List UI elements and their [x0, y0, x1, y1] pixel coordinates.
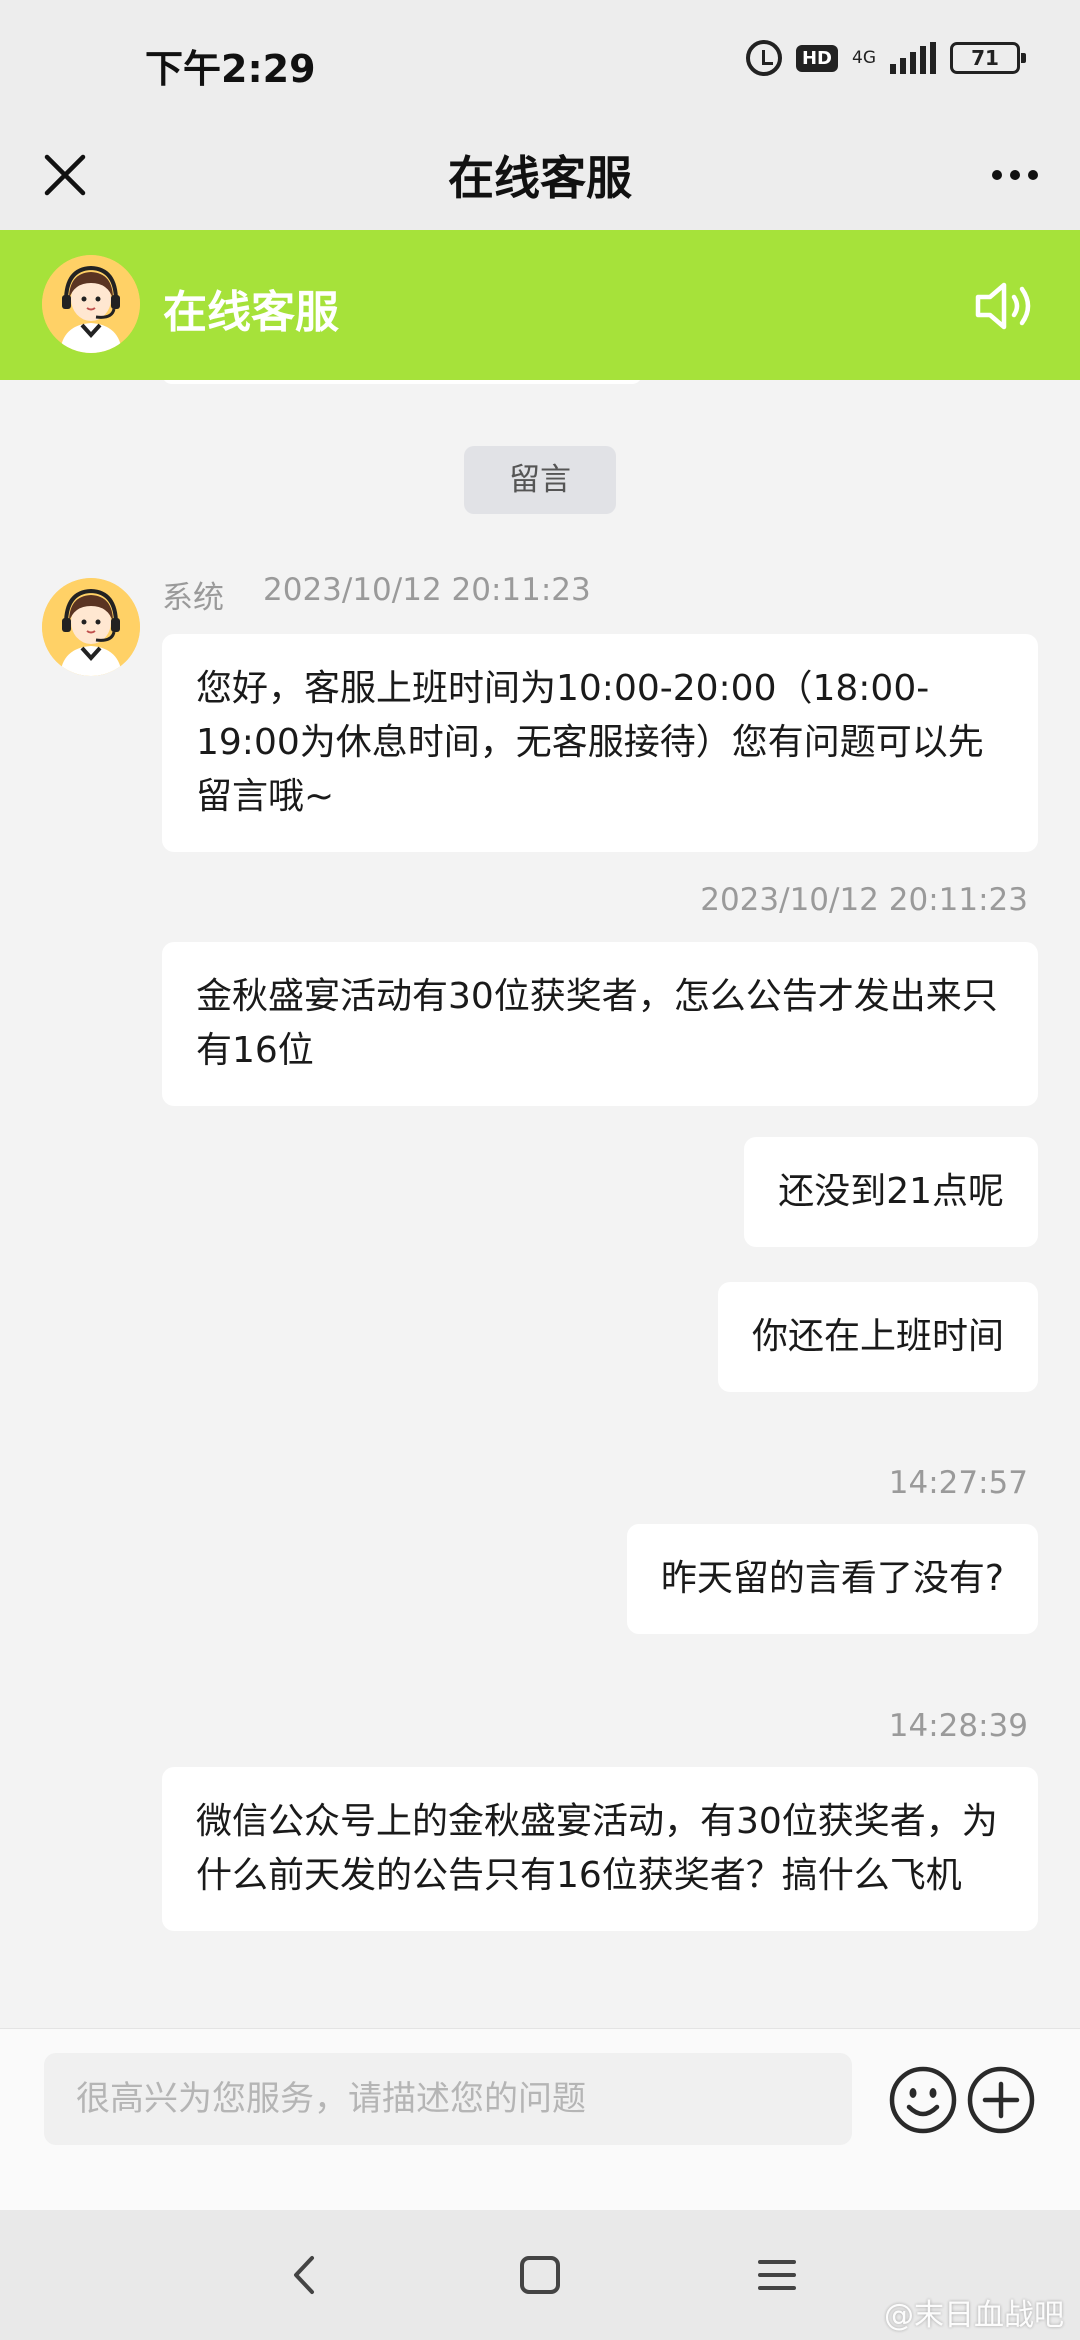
- nav-menu-button[interactable]: [752, 2250, 802, 2300]
- back-icon: [294, 2256, 314, 2294]
- leave-message-button[interactable]: 留言: [464, 446, 616, 514]
- speaker-icon: [975, 282, 1031, 330]
- plus-icon: [967, 2066, 1035, 2134]
- message-input[interactable]: 很高兴为您服务，请描述您的问题: [44, 2053, 852, 2145]
- alarm-icon: [745, 40, 782, 76]
- emoji-button[interactable]: [888, 2065, 958, 2135]
- emoji-icon: [889, 2066, 957, 2134]
- system-avatar-icon: [42, 578, 140, 676]
- more-actions-button[interactable]: [966, 2065, 1036, 2135]
- message-timestamp: 14:27:57: [888, 1465, 1028, 1501]
- message-bubble: 金秋盛宴活动有30位获奖者，怎么公告才发出来只有16位: [162, 942, 1038, 1106]
- input-bar: 很高兴为您服务，请描述您的问题: [0, 2028, 1080, 2210]
- speaker-button[interactable]: [968, 270, 1040, 342]
- system-nav-bar: @末日血战吧: [0, 2210, 1080, 2340]
- nav-home-button[interactable]: [512, 2250, 568, 2300]
- agent-header: 在线客服: [0, 230, 1080, 380]
- more-button[interactable]: [980, 140, 1050, 210]
- system-avatar: [42, 578, 140, 676]
- network-type: 4G: [852, 48, 876, 68]
- more-icon-dot: [1010, 170, 1020, 180]
- hd-badge: HD: [795, 44, 838, 72]
- system-message-bubble: 您好，客服上班时间为10:00-20:00（18:00-19:00为休息时间，无…: [162, 634, 1038, 852]
- page-title: 在线客服: [448, 151, 632, 205]
- message-bubble: 微信公众号上的金秋盛宴活动，有30位获奖者，为什么前天发的公告只有16位获奖者？…: [162, 1767, 1038, 1931]
- more-icon: [992, 170, 1002, 180]
- title-bar: 在线客服: [0, 120, 1080, 230]
- previous-message-card: [162, 380, 642, 384]
- nav-back-button[interactable]: [280, 2250, 330, 2300]
- message-bubble: 还没到21点呢: [744, 1137, 1038, 1247]
- menu-icon: [758, 2260, 796, 2290]
- message-timestamp: 2023/10/12 20:11:23: [700, 882, 1028, 918]
- status-icons: HD 4G 71: [745, 40, 1026, 76]
- agent-avatar-icon: [42, 255, 140, 353]
- home-icon: [520, 2256, 560, 2294]
- signal-icon: [890, 42, 936, 74]
- agent-name: 在线客服: [163, 287, 339, 338]
- agent-avatar: [42, 255, 140, 353]
- status-bar: 下午2:29 HD 4G 71: [0, 0, 1080, 120]
- watermark: @末日血战吧: [884, 2298, 1064, 2333]
- more-icon-dot: [1028, 170, 1038, 180]
- message-bubble: 你还在上班时间: [717, 1282, 1038, 1392]
- chat-area[interactable]: 留言 系统 2023/10/12 20:11:23 您好，客服上班时间为10:0…: [0, 380, 1080, 2028]
- message-bubble: 昨天留的言看了没有?: [626, 1524, 1038, 1634]
- system-timestamp: 2023/10/12 20:11:23: [263, 572, 591, 608]
- system-sender: 系统: [162, 580, 224, 616]
- battery-icon: 71: [950, 42, 1026, 74]
- status-time: 下午2:29: [145, 47, 316, 91]
- message-timestamp: 14:28:39: [888, 1708, 1028, 1744]
